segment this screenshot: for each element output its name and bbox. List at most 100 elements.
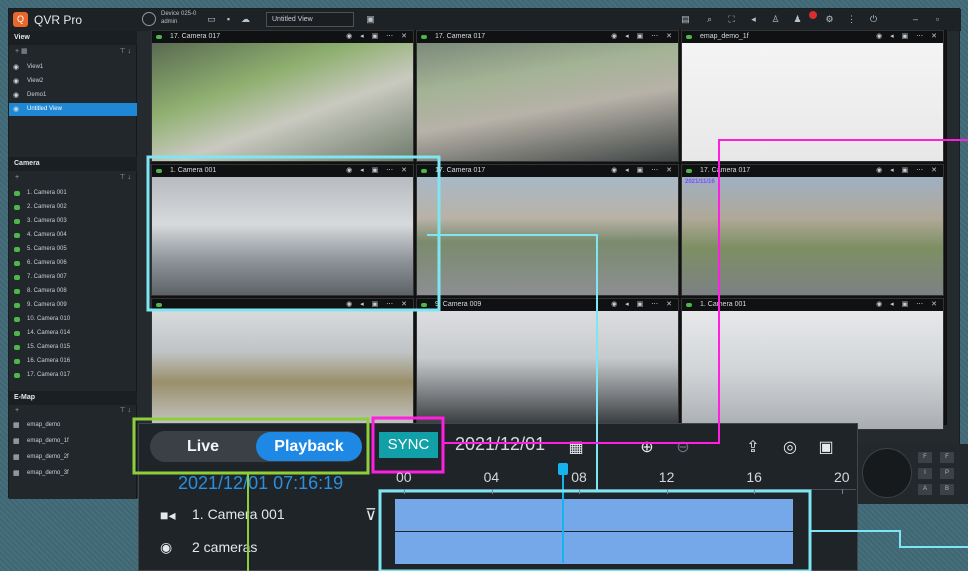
tile-controls-icon[interactable]: ◉ ◂ ▣ ⋯ ✕ bbox=[346, 299, 410, 311]
camera-tile-header: 17. Camera 017 ◉ ◂ ▣ ⋯ ✕ bbox=[417, 31, 678, 43]
server-icon[interactable] bbox=[142, 12, 156, 26]
camera-tile[interactable]: 1. Camera 001 ◉ ◂ ▣ ⋯ ✕ bbox=[151, 164, 414, 296]
cpu-icon[interactable]: ▪ bbox=[222, 13, 235, 26]
gear-icon[interactable]: ⚙ bbox=[823, 13, 836, 26]
tile-controls-icon[interactable]: ◉ ◂ ▣ ⋯ ✕ bbox=[611, 299, 675, 311]
tile-controls-icon[interactable]: ◉ ◂ ▣ ⋯ ✕ bbox=[611, 31, 675, 43]
save-view-icon[interactable]: ▣ bbox=[364, 13, 377, 26]
camera-tile[interactable]: ◉ ◂ ▣ ⋯ ✕ bbox=[151, 298, 414, 430]
emap-item[interactable]: ▦ emap_demo_1f bbox=[9, 435, 137, 448]
camera-item[interactable]: 6. Camera 006 bbox=[9, 257, 137, 270]
users-icon[interactable]: ♟ bbox=[791, 13, 804, 26]
camera-item[interactable]: 1. Camera 001 bbox=[9, 187, 137, 200]
maximize-icon[interactable]: ▫ bbox=[931, 13, 944, 26]
fullscreen-icon[interactable]: ⛶ bbox=[725, 13, 738, 26]
filter-icon[interactable]: ⊽ bbox=[365, 505, 377, 525]
minimize-icon[interactable]: – bbox=[909, 13, 922, 26]
emap-section-header[interactable]: E-Map bbox=[9, 391, 137, 405]
view-item[interactable]: ◉ Demo1 bbox=[9, 89, 137, 102]
server-user: admin bbox=[161, 19, 178, 25]
ptz-preset-button[interactable]: P bbox=[940, 468, 954, 479]
ptz-b-button[interactable]: B bbox=[940, 484, 954, 495]
camera-feed bbox=[682, 311, 943, 429]
snapshot-icon[interactable]: ▣ bbox=[815, 437, 837, 459]
camera-item[interactable]: 3. Camera 003 bbox=[9, 215, 137, 228]
view-item-label: View2 bbox=[27, 78, 44, 84]
camera-item[interactable]: 15. Camera 015 bbox=[9, 341, 137, 354]
timeline-cursor-handle[interactable] bbox=[558, 463, 569, 475]
monitor-icon[interactable]: ▭ bbox=[205, 13, 218, 26]
user-icon[interactable]: ♙ bbox=[769, 13, 782, 26]
logout-icon[interactable]: ⏻ bbox=[867, 13, 880, 26]
camera-tile[interactable]: 17. Camera 017 ◉ ◂ ▣ ⋯ ✕ bbox=[416, 30, 679, 162]
ai-search-icon[interactable]: ◎ bbox=[779, 437, 801, 459]
emap-header-label: E-Map bbox=[14, 394, 35, 401]
ptz-zoom-button[interactable]: F bbox=[918, 452, 932, 463]
calendar-icon[interactable]: ▦ bbox=[565, 437, 587, 459]
recording-status-icon bbox=[686, 35, 692, 39]
camera-item[interactable]: 16. Camera 016 bbox=[9, 355, 137, 368]
export-icon[interactable]: ⇪ bbox=[742, 437, 764, 459]
camera-tile-title: emap_demo_1f bbox=[700, 33, 749, 40]
tile-controls-icon[interactable]: ◉ ◂ ▣ ⋯ ✕ bbox=[876, 299, 940, 311]
ptz-iris-button[interactable]: I bbox=[918, 468, 932, 479]
search-icon[interactable]: ⌕ bbox=[703, 13, 716, 26]
emap-item[interactable]: ▦ emap_demo_2f bbox=[9, 451, 137, 464]
view-section-header[interactable]: View bbox=[9, 31, 137, 45]
camera-tile[interactable]: 17. Camera 017 ◉ ◂ ▣ ⋯ ✕ bbox=[416, 164, 679, 296]
arrow-icon[interactable]: ◂ bbox=[747, 13, 760, 26]
view-item[interactable]: ◉ Untitled View bbox=[9, 103, 137, 116]
network-icon[interactable]: ☁ bbox=[239, 13, 252, 26]
camera-item[interactable]: 5. Camera 005 bbox=[9, 243, 137, 256]
camera-status-icon bbox=[14, 317, 20, 322]
recording-status-icon bbox=[156, 169, 162, 173]
tile-controls-icon[interactable]: ◉ ◂ ▣ ⋯ ✕ bbox=[876, 31, 940, 43]
camera-tile-title: 9. Camera 009 bbox=[435, 301, 482, 308]
camera-item[interactable]: 10. Camera 010 bbox=[9, 313, 137, 326]
sync-button[interactable]: SYNC bbox=[379, 432, 438, 458]
camera-item[interactable]: 14. Camera 014 bbox=[9, 327, 137, 340]
ptz-a-button[interactable]: A bbox=[918, 484, 932, 495]
tile-controls-icon[interactable]: ◉ ◂ ▣ ⋯ ✕ bbox=[346, 31, 410, 43]
tile-controls-icon[interactable]: ◉ ◂ ▣ ⋯ ✕ bbox=[611, 165, 675, 177]
zoom-in-icon[interactable]: ⊕ bbox=[636, 437, 658, 459]
camera-section-header[interactable]: Camera bbox=[9, 157, 137, 171]
view-item[interactable]: ◉ View1 bbox=[9, 61, 137, 74]
layout-icon[interactable]: ▤ bbox=[679, 13, 692, 26]
emap-item[interactable]: ▦ emap_demo_3f bbox=[9, 467, 137, 480]
camera-item[interactable]: 9. Camera 009 bbox=[9, 299, 137, 312]
more-icon[interactable]: ⋮ bbox=[845, 13, 858, 26]
tile-controls-icon[interactable]: ◉ ◂ ▣ ⋯ ✕ bbox=[346, 165, 410, 177]
view-select[interactable]: Untitled View bbox=[266, 12, 354, 27]
ptz-focus-button[interactable]: F bbox=[940, 452, 954, 463]
recording-status-icon bbox=[156, 35, 162, 39]
live-button[interactable]: Live bbox=[150, 431, 256, 462]
view-item-label: Untitled View bbox=[27, 106, 62, 112]
camera-item[interactable]: 8. Camera 008 bbox=[9, 285, 137, 298]
camera-tile[interactable]: 9. Camera 009 ◉ ◂ ▣ ⋯ ✕ bbox=[416, 298, 679, 430]
camera-item[interactable]: 17. Camera 017 bbox=[9, 369, 137, 382]
view-item[interactable]: ◉ View2 bbox=[9, 75, 137, 88]
camera-item[interactable]: 4. Camera 004 bbox=[9, 229, 137, 242]
timeline-axis bbox=[378, 489, 856, 490]
tile-controls-icon[interactable]: ◉ ◂ ▣ ⋯ ✕ bbox=[876, 165, 940, 177]
timeline-tick bbox=[579, 489, 581, 494]
eye-icon: ◉ bbox=[13, 92, 20, 99]
camera-item[interactable]: 2. Camera 002 bbox=[9, 201, 137, 214]
emap-item[interactable]: ▦ emap_demo bbox=[9, 419, 137, 432]
camera-tile-title: 17. Camera 017 bbox=[435, 167, 486, 174]
ptz-dial[interactable] bbox=[862, 448, 912, 498]
camera-tile[interactable]: 1. Camera 001 ◉ ◂ ▣ ⋯ ✕ bbox=[681, 298, 944, 430]
timeline-tick-label: 12 bbox=[658, 469, 675, 485]
camera-tile[interactable]: 17. Camera 017 ◉ ◂ ▣ ⋯ ✕ 2021/11/16 bbox=[681, 164, 944, 296]
camera-item[interactable]: 7. Camera 007 bbox=[9, 271, 137, 284]
playback-button[interactable]: Playback bbox=[256, 432, 362, 461]
map-icon: ▦ bbox=[13, 454, 20, 461]
camera-tile[interactable]: 17. Camera 017 ◉ ◂ ▣ ⋯ ✕ bbox=[151, 30, 414, 162]
camera-tile[interactable]: emap_demo_1f ◉ ◂ ▣ ⋯ ✕ bbox=[681, 30, 944, 162]
date-display[interactable]: 2021/12/01 bbox=[455, 434, 545, 455]
recording-track-camera-001[interactable] bbox=[395, 499, 793, 531]
cameras-count-label: 2 cameras bbox=[192, 539, 258, 555]
timeline-cursor[interactable] bbox=[562, 471, 565, 563]
recording-track-all-cameras[interactable] bbox=[395, 532, 793, 564]
